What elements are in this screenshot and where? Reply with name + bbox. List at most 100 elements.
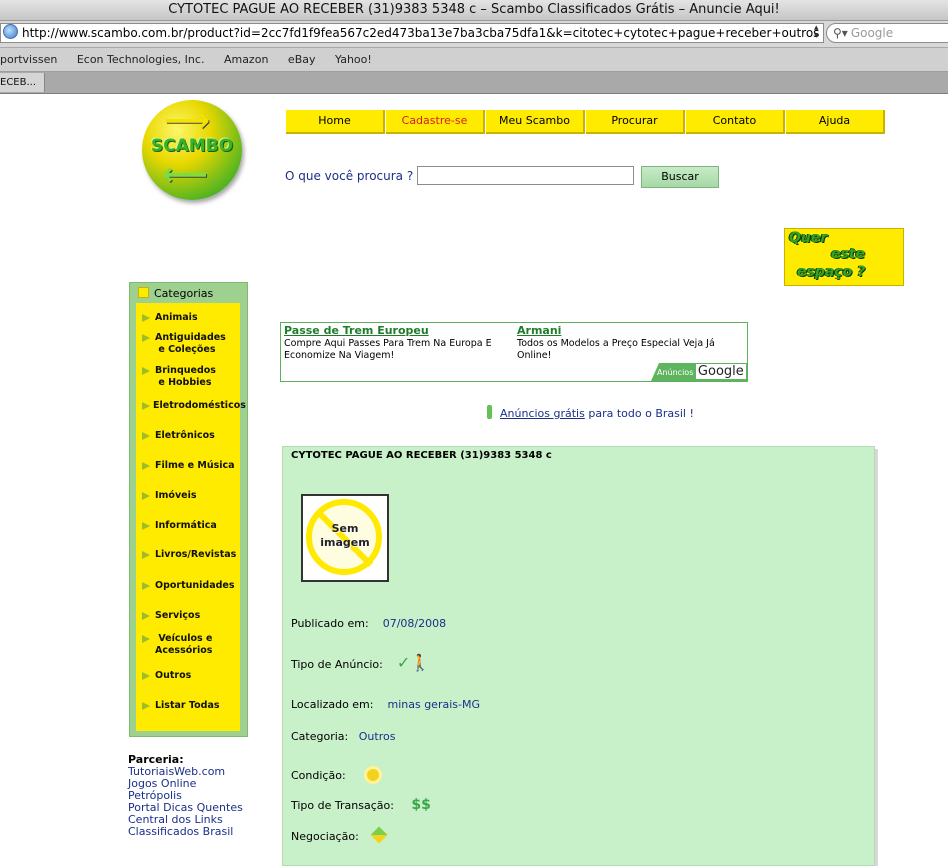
- categories-list: Animais Antiguidades e Coleções Brinqued…: [136, 303, 246, 731]
- category-label: Outros: [155, 670, 192, 681]
- published-label: Publicado em:: [291, 617, 369, 630]
- free-ads-text: para todo o Brasil !: [584, 407, 694, 420]
- bookmark-item[interactable]: portvissen: [0, 53, 57, 66]
- ad-space-line: este: [831, 246, 866, 262]
- location-label: Localizado em:: [291, 698, 374, 711]
- triangle-right-icon: [142, 635, 150, 643]
- badge-brand: Google: [695, 364, 746, 379]
- nav-cadastre-se[interactable]: Cadastre-se: [386, 110, 485, 134]
- bookmark-item[interactable]: Yahoo!: [335, 53, 372, 66]
- exclamation-icon: [487, 405, 492, 419]
- transaction-row: Tipo de Transação: $$: [291, 797, 431, 813]
- nav-meu-scambo[interactable]: Meu Scambo: [486, 110, 585, 134]
- ad-space-banner[interactable]: Quer este espaço ?: [784, 228, 904, 286]
- ad-type-label: Tipo de Anúncio:: [291, 658, 383, 671]
- ads-by-google-badge[interactable]: Anúncios Google: [651, 363, 747, 381]
- triangle-right-icon: [142, 702, 150, 710]
- bookmark-item[interactable]: eBay: [288, 53, 316, 66]
- category-label: Eletrônicos: [155, 430, 215, 441]
- category-label-line: Antiguidades: [155, 332, 226, 343]
- no-image-text: Sem imagem: [303, 522, 387, 550]
- triangle-right-icon: [142, 582, 150, 590]
- triangle-right-icon: [142, 402, 150, 410]
- arrow-right-icon: ⟶: [164, 101, 210, 139]
- category-label: Filme e Música: [155, 460, 235, 471]
- triangle-right-icon: [142, 522, 150, 530]
- category-label: Categoria:: [291, 730, 349, 743]
- nav-contato[interactable]: Contato: [686, 110, 785, 134]
- triangle-right-icon: [142, 462, 150, 470]
- site-icon: [3, 24, 18, 39]
- category-label-line: Brinquedos: [155, 365, 216, 376]
- condition-row: Condição:: [291, 769, 379, 782]
- category-label: Listar Todas: [155, 700, 220, 711]
- category-label: Informática: [155, 520, 217, 531]
- search-label: O que você procura ?: [285, 169, 414, 183]
- category-label: Livros/Revistas: [155, 549, 237, 560]
- ad-title-link[interactable]: Armani: [517, 324, 561, 337]
- nav-home[interactable]: Home: [286, 110, 385, 134]
- category-label: Serviços: [155, 610, 201, 621]
- ad-title-link[interactable]: Passe de Trem Europeu: [284, 324, 429, 337]
- triangle-right-icon: [142, 551, 150, 559]
- bookmarks-bar: portvissen Econ Technologies, Inc. Amazo…: [0, 48, 948, 72]
- arrow-left-icon: ⟵: [162, 155, 208, 193]
- category-value[interactable]: Outros: [359, 730, 396, 743]
- free-ads-notice: Anúncios grátis para todo o Brasil !: [487, 405, 694, 420]
- bookmark-item[interactable]: Amazon: [224, 53, 268, 66]
- product-panel: CYTOTEC PAGUE AO RECEBER (31)9383 5348 c…: [282, 446, 875, 866]
- nav-ajuda[interactable]: Ajuda: [786, 110, 885, 134]
- negotiation-diamond-icon: [370, 826, 388, 844]
- negotiation-label: Negociação:: [291, 830, 359, 843]
- triangle-right-icon: [142, 432, 150, 440]
- published-row: Publicado em: 07/08/2008: [291, 617, 446, 630]
- triangle-right-icon: [142, 367, 150, 375]
- ad-space-line: espaço ?: [797, 264, 866, 280]
- category-label: Brinquedos e Hobbies: [155, 365, 216, 389]
- category-label-line: e Coleções: [158, 344, 216, 355]
- no-image-line: Sem: [331, 522, 359, 535]
- badge-small-text: Anúncios: [657, 368, 694, 377]
- location-value: minas gerais-MG: [387, 698, 480, 711]
- published-value: 07/08/2008: [382, 617, 447, 630]
- address-bar[interactable]: http://www.scambo.com.br/product?id=2cc7…: [0, 23, 824, 43]
- triangle-right-icon: [142, 334, 150, 342]
- ad-description: Todos os Modelos a Preço Especial Veja J…: [517, 338, 715, 361]
- categories-header: Categorias: [138, 287, 213, 301]
- no-image-line: imagem: [320, 536, 370, 549]
- free-ads-link[interactable]: Anúncios grátis: [500, 407, 585, 420]
- nav-procurar[interactable]: Procurar: [586, 110, 685, 134]
- triangle-right-icon: [142, 492, 150, 500]
- category-label: Animais: [155, 312, 198, 323]
- transaction-label: Tipo de Transação:: [291, 799, 394, 812]
- browser-tab[interactable]: ECEB...: [0, 73, 45, 92]
- no-image-placeholder: Sem imagem: [301, 494, 389, 582]
- bookmark-item[interactable]: Econ Technologies, Inc.: [77, 53, 205, 66]
- negotiation-row: Negociação:: [291, 826, 388, 844]
- url-dropdown-icon[interactable]: ▴ ▾: [814, 24, 822, 41]
- categories-title: Categorias: [154, 287, 214, 300]
- google-ads-box: Passe de Trem Europeu Compre Aqui Passes…: [280, 322, 748, 382]
- money-icon: $$: [411, 797, 431, 813]
- category-label: Oportunidades: [155, 580, 235, 591]
- category-row: Categoria: Outros: [291, 730, 395, 743]
- product-title: CYTOTEC PAGUE AO RECEBER (31)9383 5348 c: [291, 450, 552, 461]
- partner-link[interactable]: Classificados Brasil: [128, 826, 243, 838]
- url-text: http://www.scambo.com.br/product?id=2cc7…: [22, 26, 820, 40]
- triangle-right-icon: [142, 672, 150, 680]
- address-bar-row: http://www.scambo.com.br/product?id=2cc7…: [0, 21, 948, 48]
- category-label: Antiguidades e Coleções: [155, 332, 226, 356]
- sun-icon: [366, 769, 379, 781]
- window-title: CYTOTEC PAGUE AO RECEBER (31)9383 5348 c…: [0, 0, 948, 21]
- condition-label: Condição:: [291, 769, 346, 782]
- scambo-logo[interactable]: ⟶ SCAMBO ⟵: [142, 100, 242, 200]
- offer-walker-icon: ✓🚶: [396, 653, 431, 672]
- browser-search-field[interactable]: ⚲▾ Google: [826, 23, 948, 43]
- partners-section: Parceria: TutoriaisWeb.com Jogos Online …: [128, 754, 243, 838]
- search-input[interactable]: [417, 166, 634, 185]
- category-label-line: Acessórios: [155, 645, 213, 656]
- ad-type-row: Tipo de Anúncio: ✓🚶: [291, 653, 430, 672]
- ad-description: Compre Aqui Passes Para Trem Na Europa E…: [284, 338, 492, 361]
- search-button[interactable]: Buscar: [641, 166, 719, 188]
- tab-bar: ECEB...: [0, 72, 948, 94]
